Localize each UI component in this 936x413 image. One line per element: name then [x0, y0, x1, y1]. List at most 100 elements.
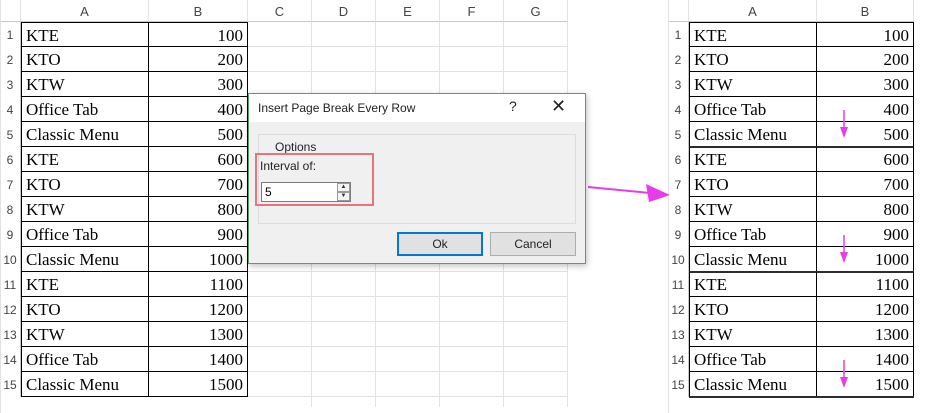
row-header[interactable]: 1 — [0, 22, 21, 47]
cell-a[interactable]: Office Tab — [21, 347, 149, 372]
cell-b[interactable]: 300 — [817, 72, 914, 97]
cell-a[interactable]: KTW — [689, 197, 817, 222]
cell-a[interactable]: KTE — [21, 272, 149, 297]
cell-a[interactable]: KTE — [21, 147, 149, 172]
cell-b[interactable]: 1300 — [817, 322, 914, 347]
cell-a[interactable]: KTW — [21, 197, 149, 222]
chevron-up-icon[interactable]: ▲ — [337, 183, 350, 192]
cell-a[interactable]: KTO — [689, 172, 817, 197]
row-header[interactable]: 13 — [0, 322, 21, 347]
row-header[interactable]: 3 — [668, 72, 689, 97]
cell-b[interactable]: 700 — [817, 172, 914, 197]
cell-b[interactable]: 1200 — [149, 297, 248, 322]
row-header[interactable]: 11 — [668, 272, 689, 297]
cell-b[interactable]: 700 — [149, 172, 248, 197]
cell-b[interactable]: 100 — [817, 22, 914, 47]
cell-b[interactable]: 1100 — [817, 272, 914, 297]
row-header[interactable]: 14 — [668, 347, 689, 372]
row-header[interactable]: 2 — [668, 47, 689, 72]
column-header-c[interactable]: C — [248, 0, 312, 22]
cell-b[interactable]: 500 — [817, 122, 914, 147]
row-header[interactable]: 9 — [668, 222, 689, 247]
row-header[interactable]: 2 — [0, 47, 21, 72]
row-header[interactable]: 4 — [0, 97, 21, 122]
cell-b[interactable]: 1400 — [149, 347, 248, 372]
cell-b[interactable]: 200 — [149, 47, 248, 72]
row-header[interactable]: 13 — [668, 322, 689, 347]
column-header-f[interactable]: F — [440, 0, 504, 22]
row-header[interactable]: 9 — [0, 222, 21, 247]
column-header-d[interactable]: D — [312, 0, 376, 22]
cell-b[interactable]: 600 — [149, 147, 248, 172]
cell-a[interactable]: KTW — [21, 72, 149, 97]
row-header[interactable]: 1 — [668, 22, 689, 47]
cell-b[interactable]: 1000 — [149, 247, 248, 272]
row-header[interactable]: 10 — [668, 247, 689, 272]
column-header-a[interactable]: A — [21, 0, 149, 22]
cell-a[interactable]: Office Tab — [21, 222, 149, 247]
cell-a[interactable]: Classic Menu — [689, 247, 817, 272]
row-header[interactable]: 7 — [0, 172, 21, 197]
cell-a[interactable]: Office Tab — [21, 97, 149, 122]
cell-b[interactable]: 800 — [817, 197, 914, 222]
cell-a[interactable]: Classic Menu — [21, 372, 149, 397]
row-header[interactable]: 6 — [0, 147, 21, 172]
cell-b[interactable]: 300 — [149, 72, 248, 97]
cell-a[interactable]: KTW — [689, 72, 817, 97]
cell-a[interactable]: Office Tab — [689, 347, 817, 372]
cancel-button[interactable]: Cancel — [490, 232, 576, 256]
corner-cell[interactable] — [0, 0, 21, 22]
row-header[interactable]: 15 — [0, 372, 21, 397]
row-header[interactable]: 5 — [668, 122, 689, 147]
column-header-b[interactable]: B — [817, 0, 914, 22]
column-header-g[interactable]: G — [504, 0, 568, 22]
cell-b[interactable]: 200 — [817, 47, 914, 72]
cell-b[interactable]: 900 — [817, 222, 914, 247]
row-header[interactable]: 11 — [0, 272, 21, 297]
corner-cell[interactable] — [668, 0, 689, 22]
cell-b[interactable]: 400 — [817, 97, 914, 122]
cell-a[interactable]: Classic Menu — [689, 372, 817, 397]
row-header[interactable]: 5 — [0, 122, 21, 147]
column-header-a[interactable]: A — [689, 0, 817, 22]
cell-b[interactable]: 1200 — [817, 297, 914, 322]
row-header[interactable]: 12 — [0, 297, 21, 322]
cell-b[interactable]: 1500 — [817, 372, 914, 397]
row-header[interactable]: 15 — [668, 372, 689, 397]
cell-a[interactable]: KTE — [21, 22, 149, 47]
cell-a[interactable]: KTE — [689, 272, 817, 297]
row-header[interactable]: 12 — [668, 297, 689, 322]
cell-a[interactable]: KTO — [689, 47, 817, 72]
cell-a[interactable]: Classic Menu — [689, 122, 817, 147]
row-header[interactable]: 3 — [0, 72, 21, 97]
cell-a[interactable]: KTE — [689, 147, 817, 172]
cell-a[interactable]: KTW — [689, 322, 817, 347]
cell-b[interactable]: 1100 — [149, 272, 248, 297]
cell-a[interactable]: KTO — [689, 297, 817, 322]
row-header[interactable]: 8 — [0, 197, 21, 222]
row-header[interactable]: 4 — [668, 97, 689, 122]
cell-b[interactable]: 1400 — [817, 347, 914, 372]
cell-a[interactable]: Office Tab — [689, 97, 817, 122]
column-header-e[interactable]: E — [376, 0, 440, 22]
cell-b[interactable]: 500 — [149, 122, 248, 147]
row-header[interactable]: 6 — [668, 147, 689, 172]
cell-a[interactable]: KTO — [21, 47, 149, 72]
cell-a[interactable]: KTO — [21, 172, 149, 197]
cell-b[interactable]: 600 — [817, 147, 914, 172]
cell-b[interactable]: 1300 — [149, 322, 248, 347]
cell-b[interactable]: 100 — [149, 22, 248, 47]
chevron-down-icon[interactable]: ▼ — [337, 192, 350, 201]
close-icon[interactable]: ✕ — [551, 96, 566, 117]
help-button[interactable]: ? — [509, 98, 517, 114]
cell-a[interactable]: Classic Menu — [21, 122, 149, 147]
cell-b[interactable]: 400 — [149, 97, 248, 122]
cell-a[interactable]: KTW — [21, 322, 149, 347]
cell-b[interactable]: 1000 — [817, 247, 914, 272]
column-header-b[interactable]: B — [149, 0, 248, 22]
cell-b[interactable]: 800 — [149, 197, 248, 222]
cell-a[interactable]: Office Tab — [689, 222, 817, 247]
cell-b[interactable]: 900 — [149, 222, 248, 247]
interval-stepper[interactable]: ▲ ▼ — [337, 183, 350, 201]
row-header[interactable]: 10 — [0, 247, 21, 272]
